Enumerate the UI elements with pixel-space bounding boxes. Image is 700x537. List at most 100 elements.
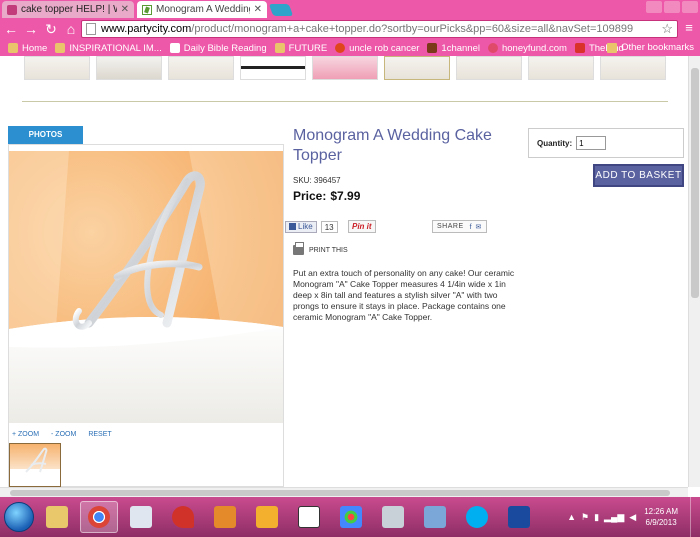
bible-icon <box>169 43 180 53</box>
taskbar-paint[interactable] <box>332 501 370 533</box>
bookmark-star-icon[interactable]: ☆ <box>661 21 673 37</box>
reset-link[interactable]: RESET <box>88 431 111 438</box>
zoom-out-link[interactable]: - ZOOM <box>51 431 76 438</box>
flag-icon[interactable]: ⚑ <box>581 512 589 523</box>
forward-arrow-icon[interactable]: → <box>22 20 40 38</box>
network-icon[interactable]: ▂▄▆ <box>604 512 624 523</box>
clock[interactable]: 12:26 AM 6/9/2013 <box>644 506 678 528</box>
bookmark-uncle-rob[interactable]: uncle rob cancer <box>335 43 419 54</box>
taskbar-pushpin[interactable] <box>164 501 202 533</box>
photo-thumbnail-selected[interactable] <box>9 443 61 487</box>
related-product-thumbnail[interactable] <box>384 56 450 80</box>
quantity-input[interactable] <box>576 136 607 150</box>
printer-icon <box>293 242 304 255</box>
product-photo[interactable] <box>9 151 283 423</box>
close-icon[interactable]: ✕ <box>254 4 262 15</box>
window-controls <box>646 1 698 13</box>
cards-icon <box>298 506 320 528</box>
share-icons: f ✉ <box>469 223 483 231</box>
vertical-scrollbar[interactable] <box>688 56 700 487</box>
price-value: $7.99 <box>330 189 361 203</box>
taskbar-explorer[interactable] <box>38 501 76 533</box>
taskbar-chrome[interactable] <box>80 501 118 533</box>
other-bookmarks[interactable]: Other bookmarks <box>607 42 694 53</box>
skype-icon <box>466 506 488 528</box>
add-to-basket-button[interactable]: ADD TO BASKET <box>593 164 684 187</box>
folder-icon <box>46 506 68 528</box>
related-product-thumbnail[interactable] <box>240 56 306 80</box>
maximize-button[interactable] <box>664 1 680 13</box>
clock-time: 12:26 AM <box>644 507 678 516</box>
share-button[interactable]: SHARE f ✉ <box>432 220 488 233</box>
taskbar-calculator[interactable] <box>374 501 412 533</box>
folder-icon <box>8 43 18 53</box>
taskbar-media[interactable] <box>248 501 286 533</box>
taskbar-game[interactable] <box>206 501 244 533</box>
related-product-thumbnail[interactable] <box>24 56 90 80</box>
section-divider <box>22 101 668 102</box>
horizontal-scrollbar[interactable] <box>0 487 688 497</box>
url-host: www.partycity.com <box>101 23 192 35</box>
wrench-menu-icon[interactable]: ≡ <box>682 21 696 35</box>
system-tray: ▲ ⚑ ▮ ▂▄▆ ◀ 12:26 AM 6/9/2013 <box>567 497 700 537</box>
calculator-icon <box>382 506 404 528</box>
site-icon <box>427 43 438 53</box>
show-desktop-button[interactable] <box>690 497 700 537</box>
print-this[interactable]: PRINT THIS <box>293 242 348 255</box>
address-bar[interactable]: www.partycity.com /product/monogram+a+ca… <box>81 20 678 38</box>
bookmarks-bar: Home INSPIRATIONAL IM... Daily Bible Rea… <box>0 40 700 56</box>
windows-taskbar: ▲ ⚑ ▮ ▂▄▆ ◀ 12:26 AM 6/9/2013 <box>0 497 700 537</box>
bookmark-home[interactable]: Home <box>8 43 47 54</box>
taskbar-solitaire[interactable] <box>290 501 328 533</box>
taskbar-skype[interactable] <box>458 501 496 533</box>
bookmark-future[interactable]: FUTURE <box>274 43 327 54</box>
related-products-strip <box>24 56 672 80</box>
bookmark-1channel[interactable]: 1channel <box>427 43 480 54</box>
bookmark-honeyfund[interactable]: honeyfund.com <box>487 43 567 54</box>
tray-icons: ▲ ⚑ ▮ ▂▄▆ ◀ <box>567 512 636 523</box>
related-product-thumbnail[interactable] <box>312 56 378 80</box>
scrollbar-thumb[interactable] <box>10 490 670 496</box>
bookmark-inspirational[interactable]: INSPIRATIONAL IM... <box>55 43 162 54</box>
scrollbar-thumb[interactable] <box>691 68 699 298</box>
related-product-thumbnail[interactable] <box>600 56 666 80</box>
pin-it-button[interactable]: Pin it <box>348 220 376 233</box>
print-label: PRINT THIS <box>309 246 348 254</box>
start-button[interactable] <box>4 502 34 532</box>
related-product-thumbnail[interactable] <box>528 56 594 80</box>
close-icon[interactable]: ✕ <box>121 4 129 15</box>
facebook-like-button[interactable]: Like <box>285 220 317 233</box>
new-tab-button[interactable] <box>268 4 294 16</box>
page-icon <box>86 23 96 35</box>
reload-icon[interactable]: ↻ <box>42 20 60 38</box>
heart-icon <box>487 43 498 53</box>
related-product-thumbnail[interactable] <box>456 56 522 80</box>
cake-topper-thumbnail-image <box>25 447 48 473</box>
media-player-icon <box>256 506 278 528</box>
volume-icon[interactable]: ◀ <box>629 512 636 523</box>
partycity-favicon-icon <box>142 4 152 15</box>
tab-monogram-a[interactable]: Monogram A Wedding C ✕ <box>137 1 267 18</box>
paint-icon <box>340 506 362 528</box>
taskbar-photo-viewer[interactable] <box>122 501 160 533</box>
tab-title: cake topper HELP! | Wedd <box>21 4 117 15</box>
zoom-in-link[interactable]: + ZOOM <box>12 431 39 438</box>
url-path: /product/monogram+a+cake+topper.do?sortb… <box>191 23 634 35</box>
related-product-thumbnail[interactable] <box>168 56 234 80</box>
chrome-icon <box>88 506 110 528</box>
show-hidden-icons-icon[interactable]: ▲ <box>567 512 576 523</box>
battery-icon[interactable]: ▮ <box>594 512 599 523</box>
home-icon[interactable]: ⌂ <box>62 20 80 38</box>
related-product-thumbnail[interactable] <box>96 56 162 80</box>
tab-cake-topper-help[interactable]: cake topper HELP! | Wedd ✕ <box>2 1 134 18</box>
tab-strip: cake topper HELP! | Wedd ✕ Monogram A We… <box>0 0 700 18</box>
tab-photos[interactable]: PHOTOS <box>8 126 83 144</box>
back-arrow-icon[interactable]: ← <box>2 20 20 38</box>
bookmark-daily-bible[interactable]: Daily Bible Reading <box>169 43 267 54</box>
close-window-button[interactable] <box>682 1 698 13</box>
minimize-button[interactable] <box>646 1 662 13</box>
taskbar-picture[interactable] <box>416 501 454 533</box>
game-icon <box>214 506 236 528</box>
folder-icon <box>274 43 285 53</box>
taskbar-weather[interactable] <box>500 501 538 533</box>
